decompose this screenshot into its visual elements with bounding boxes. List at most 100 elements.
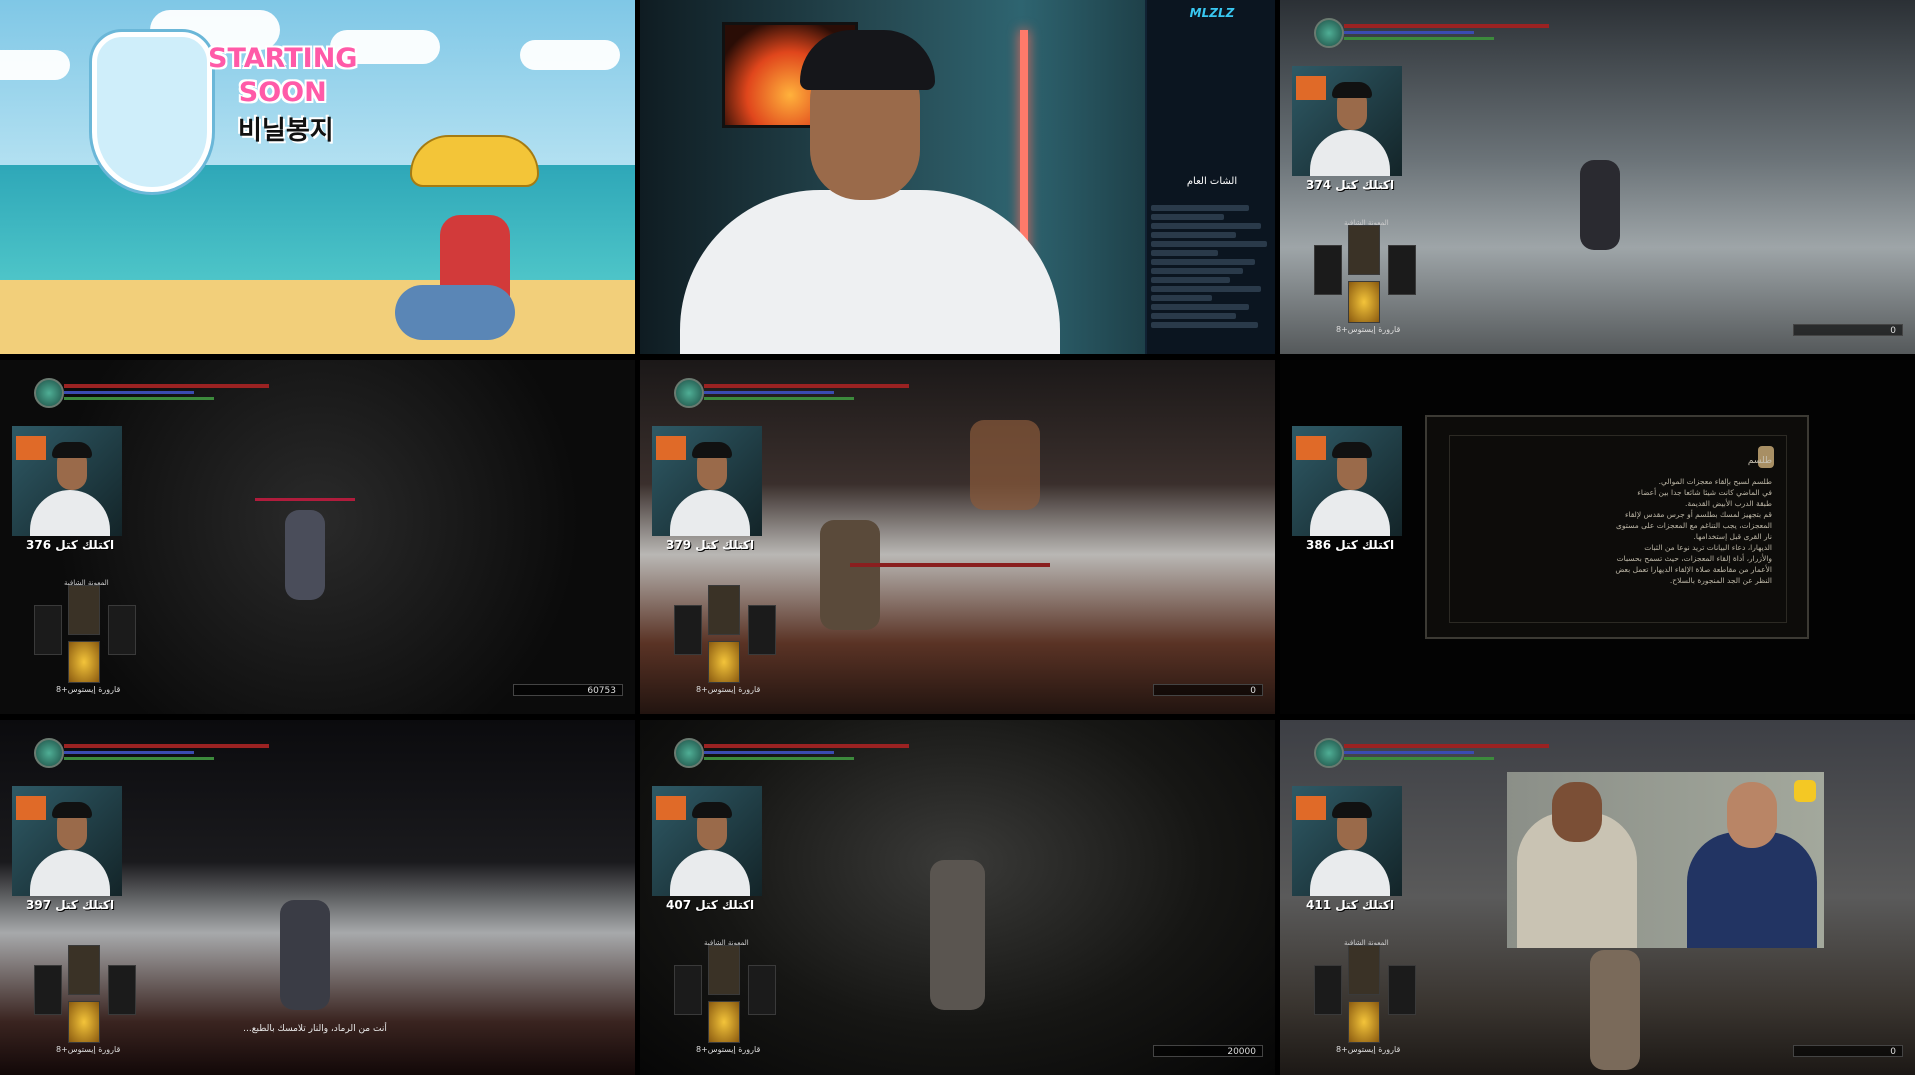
spell-slot <box>708 585 740 635</box>
hp-bar <box>704 744 909 748</box>
desc-line: الديهارا، دعاء البيانات تريد نوعا من الث… <box>1644 543 1772 552</box>
desc-line: قم بتجهيز لمسك بطلسم أو جرس مقدس لإلقاء <box>1624 510 1772 519</box>
webcam-overlay <box>1292 66 1402 176</box>
fp-bar <box>1344 751 1474 754</box>
estus-flask-icon <box>68 1001 100 1043</box>
chat-message <box>1151 313 1237 319</box>
souls-counter: 0 <box>1793 324 1903 336</box>
reaction-clip-overlay <box>1507 772 1824 948</box>
logo-line2: SOON <box>238 77 327 108</box>
character-legs <box>395 285 515 340</box>
left-hand-slot <box>34 965 62 1015</box>
equipment-slots: المعونة الشافية قارورة إيستوس+8 <box>1314 939 1434 1055</box>
ember-orb-icon <box>34 738 64 768</box>
player-character <box>1580 160 1620 250</box>
desc-line: طبقة الدرب الأبيض القديمة. <box>1684 499 1772 508</box>
desc-line: والأزرار، أداة إلقاء المعجزات، حيث تسمح … <box>1616 554 1772 563</box>
kill-counter: اكتلك كتل 379 <box>666 538 755 552</box>
estus-flask-icon <box>708 641 740 683</box>
stamina-bar <box>704 757 854 760</box>
stamina-bar <box>1344 757 1494 760</box>
chat-panel[interactable]: MLZLZ الشات العام <box>1145 0 1275 354</box>
clip-person-left-head <box>1552 782 1602 842</box>
chat-brand: MLZLZ <box>1189 6 1235 20</box>
right-hand-slot <box>748 605 776 655</box>
hp-bar <box>1344 24 1549 28</box>
ember-orb-icon <box>1314 738 1344 768</box>
hp-bar <box>704 384 909 388</box>
bag-logo-icon <box>92 32 212 192</box>
chat-message <box>1151 232 1237 238</box>
equipment-slots: المعونة الشافية قارورة إيستوس+8 <box>674 939 794 1055</box>
estus-flask-icon <box>1348 281 1380 323</box>
webcam-overlay <box>652 426 762 536</box>
webcam-overlay <box>12 426 122 536</box>
right-hand-slot <box>108 605 136 655</box>
webcam-overlay <box>652 786 762 896</box>
starting-soon-logo: STARTING SOON <box>208 42 357 110</box>
ember-orb-icon <box>674 378 704 408</box>
kill-counter: اكتلك كتل 376 <box>26 538 115 552</box>
game-tile-castle: اكتلك كتل 411 المعونة الشافية قارورة إيس… <box>1280 720 1915 1075</box>
chat-message <box>1151 268 1243 274</box>
straw-hat-icon <box>410 135 539 187</box>
left-hand-slot <box>1314 245 1342 295</box>
desc-line: في الماضي كانت شيئا شائعا جدا بين أعضاء <box>1637 488 1772 497</box>
fp-bar <box>64 391 194 394</box>
chat-message <box>1151 205 1249 211</box>
stamina-bar <box>704 397 854 400</box>
souls-counter: 0 <box>1153 684 1263 696</box>
game-tile-snow: اكتلك كتل 374 المعونة الشافية قارورة إيس… <box>1280 0 1915 354</box>
souls-counter: 20000 <box>1153 1045 1263 1057</box>
left-hand-slot <box>674 965 702 1015</box>
player-character <box>1590 950 1640 1070</box>
desc-line: طلسم لسبح بإلقاء معجزات الموالي. <box>1658 477 1772 486</box>
game-tile-boss: اكتلك كتل 379 قارورة إيستوس+8 0 <box>640 360 1275 714</box>
equipment-slots: قارورة إيستوس+8 <box>34 945 154 1055</box>
chat-message <box>1151 322 1259 328</box>
clip-person-right <box>1687 832 1817 948</box>
chat-message <box>1151 286 1261 292</box>
item-description-inner: طلسم طلسم لسبح بإلقاء معجزات الموالي. في… <box>1449 435 1787 623</box>
ember-orb-icon <box>1314 18 1344 48</box>
desc-line: نار القرى قبل إستخدامها. <box>1693 532 1772 541</box>
estus-flask-icon <box>708 1001 740 1043</box>
right-hand-slot <box>1388 245 1416 295</box>
hp-bar <box>64 744 269 748</box>
fp-bar <box>704 751 834 754</box>
fp-bar <box>1344 31 1474 34</box>
spell-slot <box>1348 945 1380 995</box>
clip-logo-icon <box>1794 780 1816 802</box>
webcam-overlay <box>1292 786 1402 896</box>
flask-label: قارورة إيستوس+8 <box>56 685 121 694</box>
chat-message <box>1151 214 1225 220</box>
chat-message <box>1151 223 1261 229</box>
left-hand-slot <box>1314 965 1342 1015</box>
kill-counter: اكتلك كتل 407 <box>666 898 755 912</box>
game-tile-dark: اكتلك كتل 376 المعونة الشافية قارورة إيس… <box>0 360 635 714</box>
kill-counter: اكتلك كتل 386 <box>1306 538 1395 552</box>
flask-label: قارورة إيستوس+8 <box>696 685 761 694</box>
chat-message <box>1151 250 1219 256</box>
estus-flask-icon <box>1348 1001 1380 1043</box>
fp-bar <box>64 751 194 754</box>
chat-message <box>1151 277 1231 283</box>
item-description-panel: طلسم طلسم لسبح بإلقاء معجزات الموالي. في… <box>1425 415 1809 639</box>
player-character <box>930 860 985 1010</box>
ember-orb-icon <box>34 378 64 408</box>
spell-slot <box>708 945 740 995</box>
equipment-slots: قارورة إيستوس+8 <box>674 585 794 695</box>
kill-counter: اكتلك كتل 397 <box>26 898 115 912</box>
sand <box>0 280 635 354</box>
chat-messages <box>1151 202 1273 331</box>
game-tile-menu: اكتلك كتل 386 طلسم طلسم لسبح بإلقاء معجز… <box>1280 360 1915 714</box>
flask-label: قارورة إيستوس+8 <box>56 1045 121 1054</box>
equipment-slots: المعونة الشافية قارورة إيستوس+8 <box>1314 219 1434 335</box>
fp-bar <box>704 391 834 394</box>
starting-soon-tile: STARTING SOON 비닐봉지 <box>0 0 635 354</box>
player-character <box>280 900 330 1010</box>
flask-label: قارورة إيستوس+8 <box>696 1045 761 1054</box>
hp-bar <box>1344 744 1549 748</box>
game-tile-ash: اكتلك كتل 397 قارورة إيستوس+8 أنت من الر… <box>0 720 635 1075</box>
boss-character <box>970 420 1040 510</box>
